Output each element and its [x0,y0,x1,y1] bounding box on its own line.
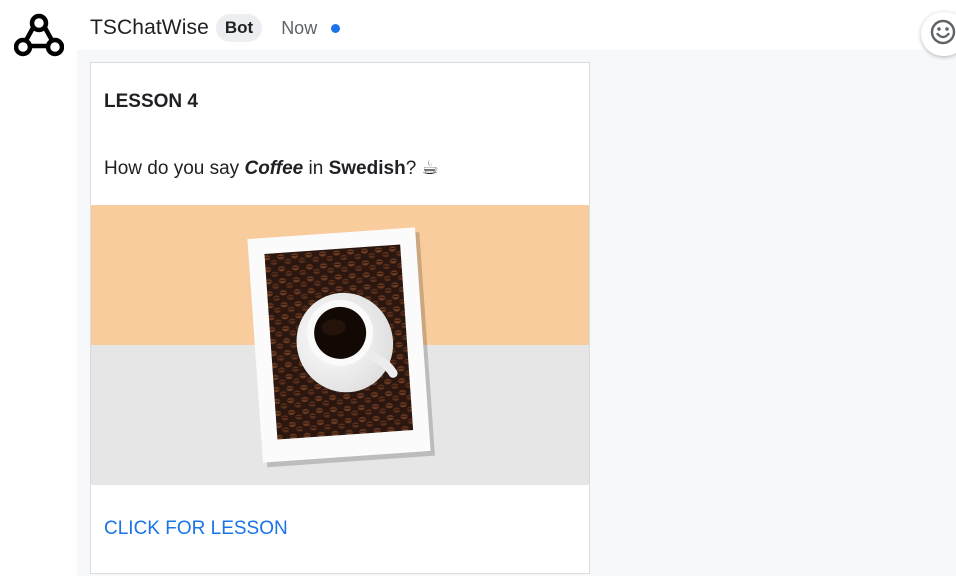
sender-name[interactable]: TSChatWise [90,16,209,40]
question-suffix: ? [405,158,422,179]
question-prefix: How do you say [104,158,245,179]
chat-view: TSChatWise Bot Now LESSON 4 How do you s… [0,0,956,576]
coffee-emoji-icon: ☕ [421,158,439,179]
question-word: Coffee [244,158,304,179]
question-middle: in [303,158,329,179]
card-question: How do you say Coffee in Swedish? ☕ [104,157,439,180]
card-title: LESSON 4 [104,91,198,112]
lesson-card: LESSON 4 How do you say Coffee in Swedis… [90,62,590,574]
message-header: TSChatWise Bot Now [90,10,341,46]
emoji-smile-icon [929,18,956,51]
coffee-polaroid-image[interactable] [91,205,589,485]
webhook-icon[interactable] [13,12,65,58]
message-timestamp: Now [281,17,318,38]
click-for-lesson-link[interactable]: CLICK FOR LESSON [104,518,288,540]
unread-dot [331,23,341,33]
bot-badge: Bot [215,14,263,42]
question-language: Swedish [328,158,406,179]
